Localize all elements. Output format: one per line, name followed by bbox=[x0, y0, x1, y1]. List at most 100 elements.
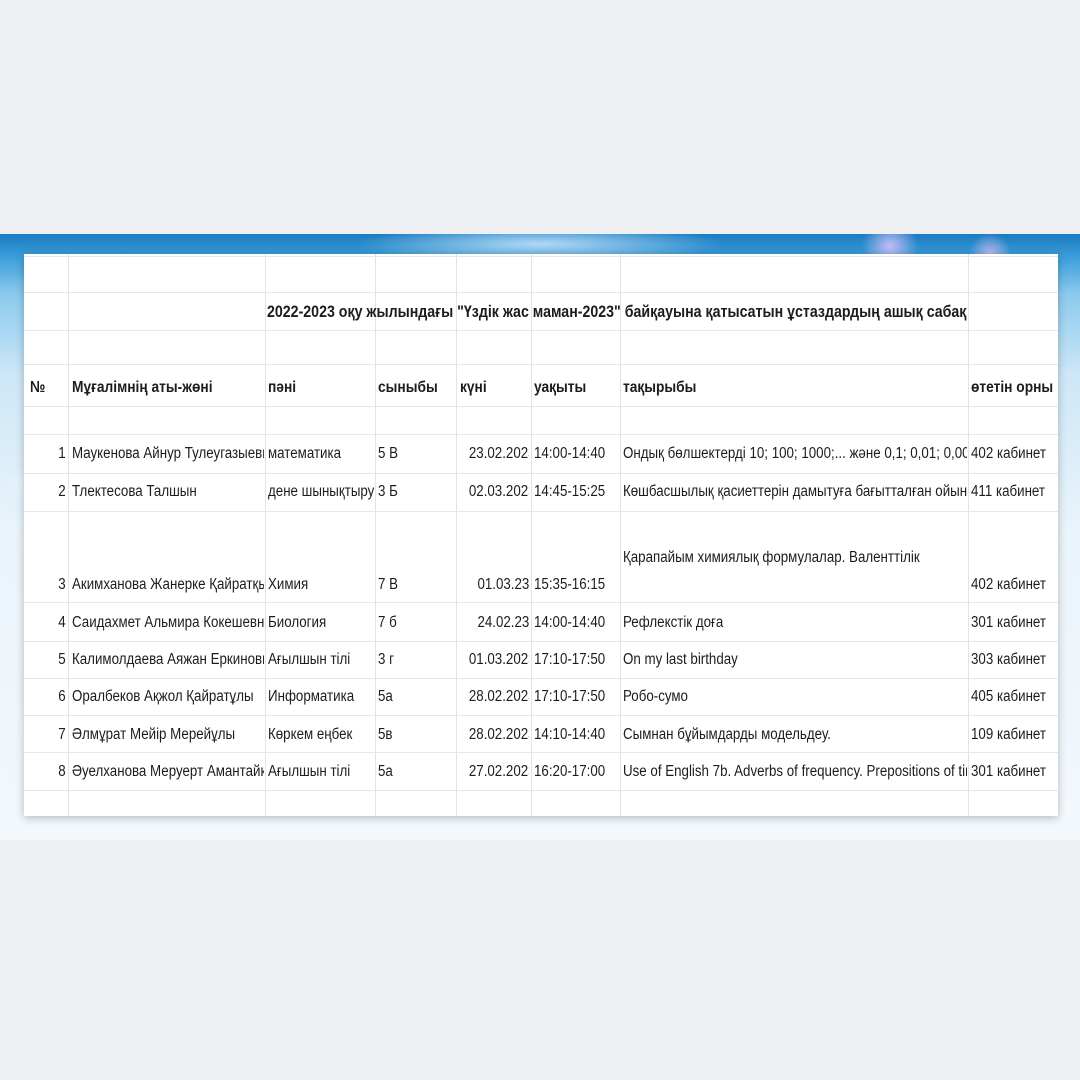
date-text: 28.02.2023 bbox=[468, 688, 529, 705]
topic: Use of English 7b. Adverbs of frequency.… bbox=[623, 762, 967, 782]
class: 7 б bbox=[378, 613, 454, 633]
class: 7 В bbox=[378, 575, 454, 595]
column-divider bbox=[456, 254, 457, 816]
row-divider bbox=[24, 406, 1058, 407]
row-divider bbox=[24, 715, 1058, 716]
date: 01.03.23 bbox=[458, 575, 529, 595]
topic: Сымнан бұйымдарды модельдеу. bbox=[623, 725, 967, 745]
subject-text: Ағылшын тілі bbox=[268, 763, 351, 780]
header-number: № bbox=[30, 378, 66, 398]
place-text: 402 кабинет bbox=[971, 576, 1047, 593]
column-divider bbox=[531, 254, 532, 816]
class: 5 В bbox=[378, 444, 454, 464]
header-subject-text: пәні bbox=[268, 379, 297, 396]
time: 16:20-17:00 bbox=[534, 762, 618, 782]
place-text: 301 кабинет bbox=[971, 614, 1047, 631]
date: 27.02.2023 bbox=[458, 762, 529, 782]
header-subject: пәні bbox=[268, 378, 372, 398]
class-text: 7 В bbox=[378, 576, 399, 593]
row-divider bbox=[24, 678, 1058, 679]
date-text: 01.03.2023 bbox=[468, 651, 529, 668]
row-divider bbox=[24, 511, 1058, 512]
row-divider bbox=[24, 330, 1058, 331]
teacher-name-text: Акимханова Жанерке Қайратқызы bbox=[72, 576, 264, 593]
date-text: 02.03.2023 bbox=[468, 483, 529, 500]
place: 411 кабинет bbox=[971, 482, 1057, 502]
teacher-name: Саидахмет Альмира Кокешевна bbox=[72, 613, 264, 633]
place-text: 402 кабинет bbox=[971, 445, 1047, 462]
subject-text: Химия bbox=[268, 576, 309, 593]
header-date-text: күні bbox=[460, 379, 487, 396]
class-text: 3 г bbox=[378, 651, 394, 668]
subject: Ағылшын тілі bbox=[268, 762, 374, 782]
date: 28.02.2023 bbox=[458, 725, 529, 745]
subject-text: дене шынықтыру bbox=[268, 483, 374, 500]
date: 24.02.23 bbox=[458, 613, 529, 633]
teacher-name-text: Әлмұрат Мейір Мерейұлы bbox=[72, 726, 236, 743]
column-divider bbox=[68, 254, 69, 816]
row-divider bbox=[24, 292, 1058, 293]
row-number: 3 bbox=[30, 575, 66, 595]
class: 5а bbox=[378, 687, 454, 707]
date-text: 24.02.23 bbox=[477, 614, 529, 631]
row-number: 6 bbox=[30, 687, 66, 707]
header-class: сыныбы bbox=[378, 378, 454, 398]
time-text: 14:10-14:40 bbox=[534, 726, 606, 743]
place: 405 кабинет bbox=[971, 687, 1057, 707]
place-text: 303 кабинет bbox=[971, 651, 1047, 668]
table-title: 2022-2023 оқу жылындағы "Үздік жас маман… bbox=[267, 302, 967, 322]
place: 402 кабинет bbox=[971, 575, 1057, 595]
row-number-text: 1 bbox=[58, 445, 66, 462]
teacher-name-text: Саидахмет Альмира Кокешевна bbox=[72, 614, 264, 631]
header-topic: тақырыбы bbox=[623, 378, 963, 398]
time-text: 14:00-14:40 bbox=[534, 614, 606, 631]
row-number: 5 bbox=[30, 650, 66, 670]
topic: On my last birthday bbox=[623, 650, 967, 670]
row-divider bbox=[24, 364, 1058, 365]
teacher-name: Оралбеков Ақжол Қайратұлы bbox=[72, 687, 264, 707]
header-name-text: Мұғалімнің аты-жөні bbox=[72, 379, 213, 396]
topic: Рефлекстік доға bbox=[623, 613, 967, 633]
subject-text: Информатика bbox=[268, 688, 355, 705]
row-number: 4 bbox=[30, 613, 66, 633]
teacher-name-text: Маукенова Айнур Тулеугазыевна bbox=[72, 445, 264, 462]
table-title-text: 2022-2023 оқу жылындағы "Үздік жас маман… bbox=[267, 303, 967, 321]
teacher-name-text: Тлектесова Талшын bbox=[72, 483, 197, 500]
subject-text: Ағылшын тілі bbox=[268, 651, 351, 668]
teacher-name-text: Оралбеков Ақжол Қайратұлы bbox=[72, 688, 254, 705]
row-number-text: 8 bbox=[58, 763, 66, 780]
place-text: 301 кабинет bbox=[971, 763, 1047, 780]
date: 23.02.2023 bbox=[458, 444, 529, 464]
date-text: 01.03.23 bbox=[477, 576, 529, 593]
row-number-text: 5 bbox=[58, 651, 66, 668]
class-text: 7 б bbox=[378, 614, 397, 631]
subject: дене шынықтыру bbox=[268, 482, 374, 502]
topic-text: Қарапайым химиялық формулалар. Валенттіл… bbox=[623, 549, 920, 566]
column-divider bbox=[620, 254, 621, 816]
topic: Ондық бөлшектерді 10; 100; 1000;... және… bbox=[623, 444, 967, 464]
date-text: 23.02.2023 bbox=[468, 445, 529, 462]
time-text: 16:20-17:00 bbox=[534, 763, 606, 780]
subject: математика bbox=[268, 444, 374, 464]
date-text: 28.02.2023 bbox=[468, 726, 529, 743]
header-place: өтетін орны bbox=[971, 378, 1057, 398]
class-text: 5в bbox=[378, 726, 393, 743]
class-text: 5 В bbox=[378, 445, 399, 462]
column-divider bbox=[968, 254, 969, 816]
topic-text: On my last birthday bbox=[623, 651, 738, 668]
row-divider bbox=[24, 752, 1058, 753]
row-divider bbox=[24, 641, 1058, 642]
row-number-text: 7 bbox=[58, 726, 66, 743]
teacher-name: Әлмұрат Мейір Мерейұлы bbox=[72, 725, 264, 745]
date: 28.02.2023 bbox=[458, 687, 529, 707]
row-number-text: 6 bbox=[58, 688, 66, 705]
date-text: 27.02.2023 bbox=[468, 763, 529, 780]
header-name: Мұғалімнің аты-жөні bbox=[72, 378, 262, 398]
row-divider bbox=[24, 434, 1058, 435]
subject: Ағылшын тілі bbox=[268, 650, 374, 670]
teacher-name: Тлектесова Талшын bbox=[72, 482, 264, 502]
time: 17:10-17:50 bbox=[534, 650, 618, 670]
topic: Робо-сумо bbox=[623, 687, 967, 707]
place-text: 411 кабинет bbox=[971, 483, 1046, 500]
subject: Көркем еңбек bbox=[268, 725, 374, 745]
